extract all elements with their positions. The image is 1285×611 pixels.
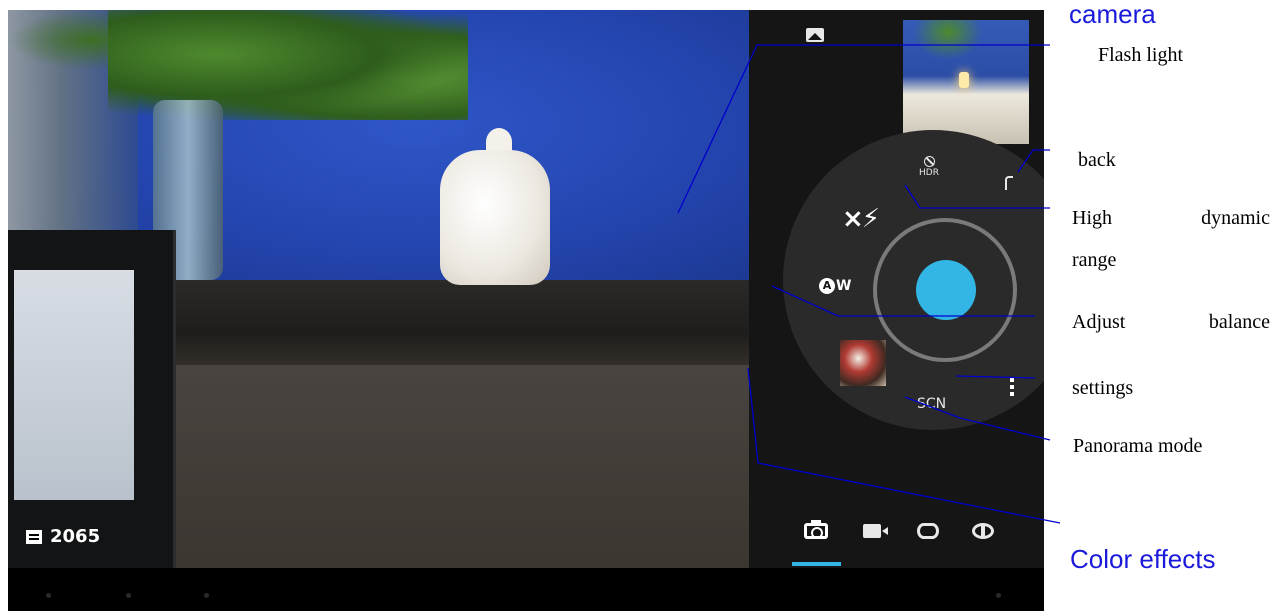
nav-dot[interactable]: [46, 593, 51, 598]
hdr-label: HDR: [919, 168, 939, 178]
annotation-flash-light: Flash light: [1098, 44, 1184, 66]
overflow-menu-icon[interactable]: [1010, 378, 1014, 399]
annotation-hdr-word1: High: [1072, 207, 1112, 229]
color-effect-button[interactable]: [840, 340, 886, 386]
video-mode-icon: [863, 524, 888, 538]
photosphere-mode-button[interactable]: [968, 518, 998, 544]
viewfinder-monitor-screen: [14, 270, 134, 500]
panorama-mode-icon: [917, 523, 939, 539]
annotation-hdr-word2: dynamic: [1201, 207, 1270, 229]
nav-dot[interactable]: [996, 593, 1001, 598]
annotation-hdr: High dynamic: [1072, 207, 1270, 230]
annotation-hdr-word3: range: [1072, 249, 1117, 271]
viewfinder-teapot: [440, 150, 550, 285]
annotation-title: camera: [1069, 0, 1156, 29]
mode-switcher: [749, 510, 1044, 568]
camera-mode-button[interactable]: [801, 518, 831, 544]
thumbnail-light: [959, 72, 969, 88]
control-panel: HDR ×⚡ A W SCN: [749, 10, 1044, 568]
remaining-shots: 2065: [26, 526, 100, 547]
scene-icon[interactable]: SCN: [917, 396, 946, 412]
mode-indicator: [792, 562, 841, 566]
panorama-mode-button[interactable]: [913, 518, 943, 544]
back-icon[interactable]: [1005, 176, 1013, 190]
white-balance-button[interactable]: A W: [819, 278, 851, 294]
hdr-button[interactable]: HDR: [916, 156, 942, 178]
hdr-off-icon: [923, 156, 935, 167]
last-photo-thumbnail[interactable]: [903, 20, 1029, 144]
shutter-button[interactable]: [916, 260, 976, 320]
flash-off-icon[interactable]: ×⚡: [842, 204, 880, 234]
video-mode-button[interactable]: [857, 518, 888, 544]
viewfinder-shelf: [168, 280, 749, 370]
navigation-bar: [8, 568, 1044, 611]
annotation-balance-word2: balance: [1208, 311, 1270, 333]
annotation-balance: Adjust balance: [1072, 311, 1270, 334]
gallery-icon[interactable]: [806, 28, 824, 42]
nav-dot[interactable]: [126, 593, 131, 598]
camera-mode-icon: [804, 520, 828, 539]
viewfinder-desk: [168, 365, 749, 568]
annotation-settings: settings: [1072, 377, 1134, 399]
annotation-color-effects: Color effects: [1070, 544, 1216, 574]
annotation-balance-word1: Adjust: [1072, 311, 1126, 333]
camera-screen: 2065 HDR ×⚡ A W SCN: [8, 10, 1044, 611]
annotation-panorama: Panorama mode: [1073, 435, 1203, 457]
viewfinder[interactable]: 2065: [8, 10, 749, 568]
storage-icon: [26, 529, 42, 544]
awb-label: W: [836, 278, 852, 294]
nav-dot[interactable]: [204, 593, 209, 598]
photosphere-mode-icon: [972, 523, 994, 539]
awb-icon: A: [819, 278, 835, 294]
viewfinder-monitor: [8, 230, 176, 568]
thumbnail-leaf: [913, 20, 983, 60]
annotation-back: back: [1078, 149, 1116, 171]
remaining-shots-count: 2065: [50, 526, 101, 547]
